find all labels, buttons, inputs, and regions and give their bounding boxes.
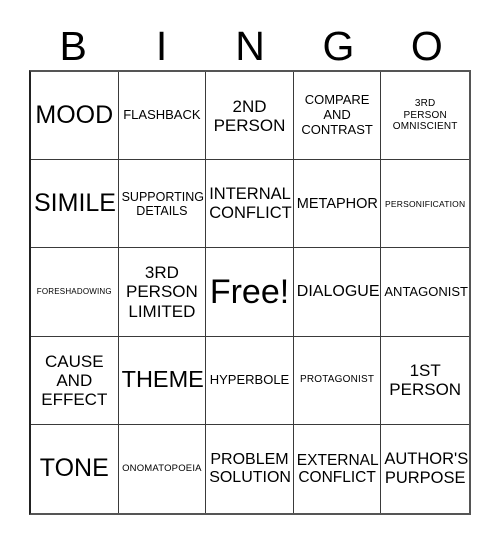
bingo-cell-label: MOOD <box>35 100 114 129</box>
bingo-header-letter-b: B <box>59 23 87 69</box>
bingo-cell-r3-c4[interactable]: DIALOGUE <box>293 248 382 337</box>
bingo-cell-label: EXTERNAL CONFLICT <box>296 451 379 486</box>
bingo-cell-label: 1ST PERSON <box>389 361 462 400</box>
bingo-cell-label: INTERNAL CONFLICT <box>209 185 292 222</box>
bingo-cell-r5-c5[interactable]: AUTHOR'S PURPOSE <box>381 424 469 513</box>
bingo-cell-r2-c3[interactable]: INTERNAL CONFLICT <box>206 160 294 249</box>
bingo-free-space[interactable]: Free! <box>206 248 294 337</box>
bingo-cell-label: HYPERBOLE <box>209 371 290 387</box>
bingo-header-letter-o: O <box>410 23 443 69</box>
bingo-cell-r5-c2[interactable]: ONOMATOPOEIA <box>118 424 207 513</box>
bingo-cell-r3-c1[interactable]: FORESHADOWING <box>31 248 119 337</box>
bingo-card: B I N G O MOOD FLASHBACK 2ND PERSON COMPARE AND… <box>0 0 500 544</box>
bingo-cell-label: THEME <box>121 366 204 393</box>
bingo-cell-r5-c1[interactable]: TONE <box>31 424 119 513</box>
bingo-cell-label: AUTHOR'S PURPOSE <box>384 450 469 487</box>
bingo-cell-r4-c3[interactable]: HYPERBOLE <box>206 336 294 425</box>
bingo-cell-r1-c5[interactable]: 3RD PERSON OMNISCIENT <box>381 72 469 161</box>
bingo-cell-r2-c2[interactable]: SUPPORTING DETAILS <box>118 160 207 249</box>
bingo-cell-r2-c1[interactable]: SIMILE <box>31 160 119 249</box>
bingo-cell-label: TONE <box>39 454 109 483</box>
bingo-cell-r5-c4[interactable]: EXTERNAL CONFLICT <box>293 424 382 513</box>
bingo-cell-label: 3RD PERSON LIMITED <box>125 263 198 321</box>
bingo-cell-r1-c3[interactable]: 2ND PERSON <box>206 72 294 161</box>
bingo-grid: MOOD FLASHBACK 2ND PERSON COMPARE AND CONTR… <box>29 70 471 515</box>
bingo-cell-label: PERSONIFICATION <box>385 198 466 209</box>
bingo-cell-label: ANTAGONIST <box>384 283 468 299</box>
bingo-cell-label: CAUSE AND EFFECT <box>41 351 108 409</box>
bingo-header-letter-g: G <box>322 23 355 69</box>
bingo-header-letter-i: I <box>155 23 168 69</box>
bingo-cell-r5-c3[interactable]: PROBLEM SOLUTION <box>206 424 294 513</box>
bingo-cell-label: METAPHOR <box>296 195 378 212</box>
bingo-cell-r1-c4[interactable]: COMPARE AND CONTRAST <box>293 72 382 161</box>
bingo-cell-label: 3RD PERSON OMNISCIENT <box>392 97 458 133</box>
bingo-cell-label: PROBLEM SOLUTION <box>209 450 291 486</box>
bingo-cell-r2-c4[interactable]: METAPHOR <box>293 160 382 249</box>
bingo-free-space-label: Free! <box>209 272 290 311</box>
bingo-cell-r4-c1[interactable]: CAUSE AND EFFECT <box>31 336 119 425</box>
bingo-cell-r3-c5[interactable]: ANTAGONIST <box>381 248 469 337</box>
bingo-cell-r1-c2[interactable]: FLASHBACK <box>118 72 207 161</box>
bingo-header-letter-n: N <box>235 23 265 69</box>
bingo-cell-label: FORESHADOWING <box>36 287 112 297</box>
bingo-cell-r2-c5[interactable]: PERSONIFICATION <box>381 160 469 249</box>
bingo-cell-label: PROTAGONIST <box>299 374 375 386</box>
bingo-cell-r4-c5[interactable]: 1ST PERSON <box>381 336 469 425</box>
bingo-cell-label: DIALOGUE <box>296 283 380 301</box>
bingo-cell-label: 2ND PERSON <box>213 96 286 135</box>
bingo-cell-r1-c1[interactable]: MOOD <box>31 72 119 161</box>
bingo-cell-r3-c2[interactable]: 3RD PERSON LIMITED <box>118 248 207 337</box>
bingo-header-row: BINGO <box>29 18 471 68</box>
bingo-cell-r4-c4[interactable]: PROTAGONIST <box>293 336 382 425</box>
bingo-cell-label: FLASHBACK <box>123 107 201 123</box>
bingo-cell-label: SIMILE <box>34 189 116 218</box>
bingo-cell-r4-c2[interactable]: THEME <box>118 336 207 425</box>
bingo-cell-label: ONOMATOPOEIA <box>122 463 202 475</box>
bingo-cell-label: COMPARE AND CONTRAST <box>301 92 373 137</box>
bingo-cell-label: SUPPORTING DETAILS <box>121 189 205 218</box>
